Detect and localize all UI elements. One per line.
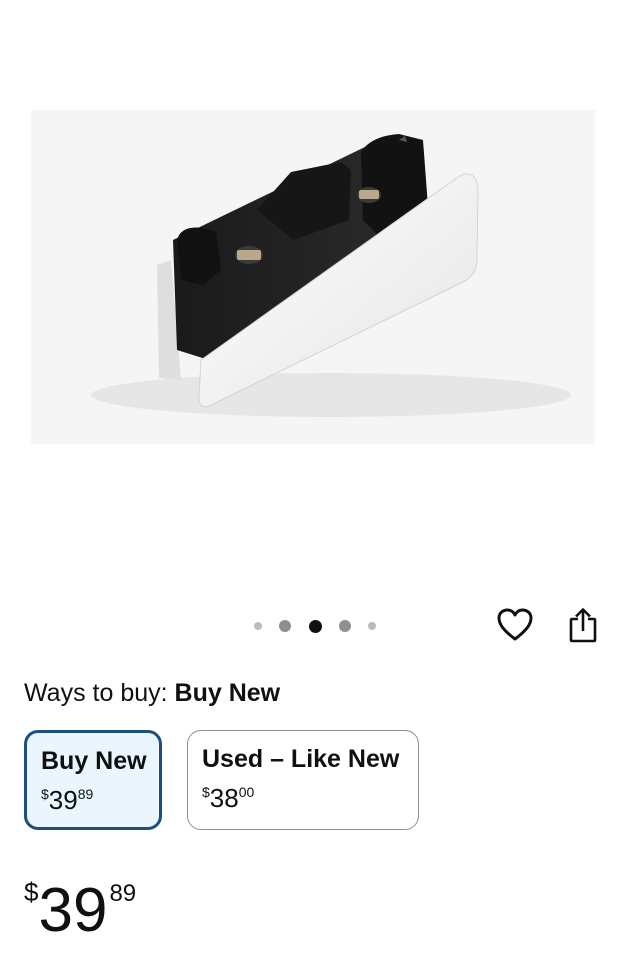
charging-station-illustration [91, 134, 571, 417]
carousel-dot[interactable] [279, 620, 292, 632]
carousel-dot-active[interactable] [308, 619, 322, 633]
price-fraction: 89 [77, 786, 94, 802]
share-icon [569, 608, 597, 643]
heart-icon [497, 608, 533, 641]
option-price: $3800 [202, 777, 404, 813]
product-price: $3989 [24, 860, 136, 943]
option-price: $3989 [41, 779, 145, 815]
currency-symbol: $ [24, 877, 39, 907]
buy-new-option[interactable]: Buy New $3989 [24, 730, 162, 830]
carousel-indicator[interactable] [254, 617, 376, 635]
product-image[interactable] [31, 110, 595, 444]
currency-symbol: $ [41, 786, 49, 802]
ways-to-buy-prefix: Ways to buy: [24, 679, 168, 707]
price-fraction: 00 [238, 784, 255, 800]
used-like-new-option[interactable]: Used – Like New $3800 [187, 730, 419, 830]
ways-to-buy-heading: Ways to buy: Buy New [24, 678, 280, 708]
option-label: Used – Like New [202, 745, 400, 773]
carousel-dot[interactable] [338, 620, 351, 632]
favorite-button[interactable] [496, 605, 534, 645]
share-button[interactable] [565, 605, 601, 645]
carousel-dot[interactable] [254, 622, 262, 630]
option-label: Buy New [41, 747, 147, 775]
price-whole: 39 [38, 876, 108, 945]
ways-to-buy-selected: Buy New [174, 679, 281, 707]
price-whole: 38 [209, 783, 239, 813]
price-whole: 39 [48, 785, 78, 815]
currency-symbol: $ [202, 784, 210, 800]
carousel-dot[interactable] [368, 622, 376, 630]
price-fraction: 89 [109, 880, 137, 907]
